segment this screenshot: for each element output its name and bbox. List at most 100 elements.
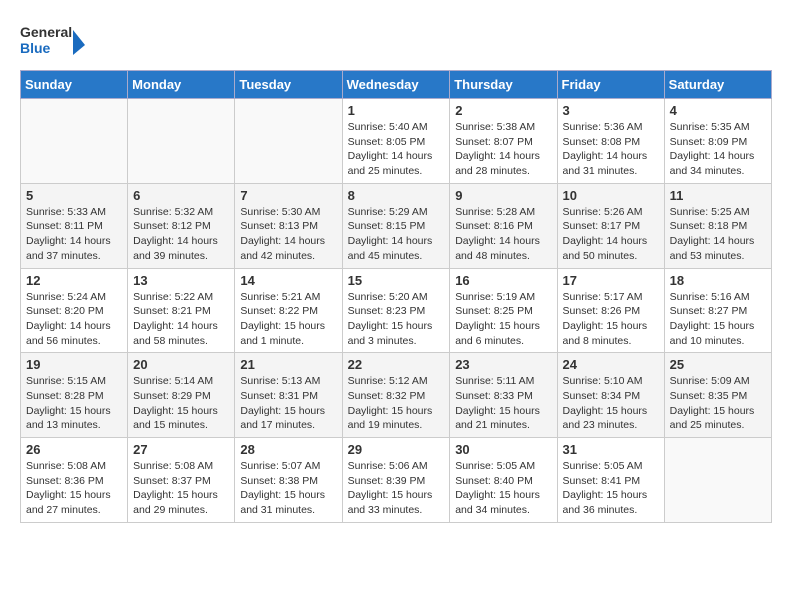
calendar-cell: 26Sunrise: 5:08 AM Sunset: 8:36 PM Dayli… — [21, 438, 128, 523]
logo: GeneralBlue — [20, 20, 90, 60]
day-info: Sunrise: 5:11 AM Sunset: 8:33 PM Dayligh… — [455, 374, 551, 433]
calendar-cell: 30 Sunrise: 5:05 AM Sunset: 8:40 PM Dayli… — [450, 438, 557, 523]
calendar-cell: 29 Sunrise: 5:06 AM Sunset: 8:39 PM Dayli… — [342, 438, 450, 523]
day-info: Sunrise: 5:25 AM Sunset: 8:18 PM Dayligh… — [670, 205, 766, 264]
calendar-cell: 2Sunrise: 5:38 AM Sunset: 8:07 PM Daylig… — [450, 99, 557, 184]
calendar-cell: 16 Sunrise: 5:19 AM Sunset: 8:25 PM Dayli… — [450, 268, 557, 353]
day-info: Sunrise: 5:32 AM Sunset: 8:12 PM Dayligh… — [133, 205, 229, 264]
calendar-cell: 4 Sunrise: 5:35 AM Sunset: 8:09 PM Daylig… — [664, 99, 771, 184]
day-info: Sunrise: 5:30 AM Sunset: 8:13 PM Dayligh… — [240, 205, 336, 264]
day-number: 11 — [670, 188, 766, 203]
calendar-cell: 11 Sunrise: 5:25 AM Sunset: 8:18 PM Dayli… — [664, 183, 771, 268]
calendar-cell: 12 Sunrise: 5:24 AM Sunset: 8:20 PM Dayli… — [21, 268, 128, 353]
calendar-week-row: 19 Sunrise: 5:15 AM Sunset: 8:28 PM Dayli… — [21, 353, 772, 438]
day-info: Sunrise: 5:09 AM Sunset: 8:35 PM Dayligh… — [670, 374, 766, 433]
calendar-cell: 1Sunrise: 5:40 AM Sunset: 8:05 PM Daylig… — [342, 99, 450, 184]
calendar-week-row: 5 Sunrise: 5:33 AM Sunset: 8:11 PM Daylig… — [21, 183, 772, 268]
day-info: Sunrise: 5:08 AM Sunset: 8:37 PM Dayligh… — [133, 459, 229, 518]
day-number: 7 — [240, 188, 336, 203]
day-number: 18 — [670, 273, 766, 288]
day-info: Sunrise: 5:06 AM Sunset: 8:39 PM Dayligh… — [348, 459, 445, 518]
calendar-cell: 27 Sunrise: 5:08 AM Sunset: 8:37 PM Dayli… — [128, 438, 235, 523]
calendar-cell: 22Sunrise: 5:12 AM Sunset: 8:32 PM Dayli… — [342, 353, 450, 438]
calendar-cell: 17 Sunrise: 5:17 AM Sunset: 8:26 PM Dayli… — [557, 268, 664, 353]
day-info: Sunrise: 5:07 AM Sunset: 8:38 PM Dayligh… — [240, 459, 336, 518]
calendar-cell: 13 Sunrise: 5:22 AM Sunset: 8:21 PM Dayli… — [128, 268, 235, 353]
day-info: Sunrise: 5:08 AM Sunset: 8:36 PM Dayligh… — [26, 459, 122, 518]
svg-text:General: General — [20, 24, 72, 40]
day-info: Sunrise: 5:35 AM Sunset: 8:09 PM Dayligh… — [670, 120, 766, 179]
calendar-cell: 5 Sunrise: 5:33 AM Sunset: 8:11 PM Daylig… — [21, 183, 128, 268]
day-number: 17 — [563, 273, 659, 288]
logo-svg: GeneralBlue — [20, 20, 90, 60]
calendar-week-row: 12 Sunrise: 5:24 AM Sunset: 8:20 PM Dayli… — [21, 268, 772, 353]
weekday-header: Saturday — [664, 71, 771, 99]
calendar-cell: 25 Sunrise: 5:09 AM Sunset: 8:35 PM Dayli… — [664, 353, 771, 438]
day-info: Sunrise: 5:40 AM Sunset: 8:05 PM Dayligh… — [348, 120, 445, 179]
calendar-table: SundayMondayTuesdayWednesdayThursdayFrid… — [20, 70, 772, 523]
day-info: Sunrise: 5:14 AM Sunset: 8:29 PM Dayligh… — [133, 374, 229, 433]
day-number: 9 — [455, 188, 551, 203]
day-info: Sunrise: 5:20 AM Sunset: 8:23 PM Dayligh… — [348, 290, 445, 349]
day-number: 24 — [563, 357, 659, 372]
calendar-cell: 7 Sunrise: 5:30 AM Sunset: 8:13 PM Daylig… — [235, 183, 342, 268]
day-info: Sunrise: 5:19 AM Sunset: 8:25 PM Dayligh… — [455, 290, 551, 349]
day-info: Sunrise: 5:38 AM Sunset: 8:07 PM Dayligh… — [455, 120, 551, 179]
weekday-header: Wednesday — [342, 71, 450, 99]
day-info: Sunrise: 5:13 AM Sunset: 8:31 PM Dayligh… — [240, 374, 336, 433]
day-number: 31 — [563, 442, 659, 457]
day-number: 23 — [455, 357, 551, 372]
calendar-cell: 28Sunrise: 5:07 AM Sunset: 8:38 PM Dayli… — [235, 438, 342, 523]
weekday-header: Thursday — [450, 71, 557, 99]
day-info: Sunrise: 5:16 AM Sunset: 8:27 PM Dayligh… — [670, 290, 766, 349]
calendar-cell — [21, 99, 128, 184]
day-info: Sunrise: 5:17 AM Sunset: 8:26 PM Dayligh… — [563, 290, 659, 349]
day-number: 14 — [240, 273, 336, 288]
calendar-header-row: SundayMondayTuesdayWednesdayThursdayFrid… — [21, 71, 772, 99]
day-number: 3 — [563, 103, 659, 118]
day-info: Sunrise: 5:05 AM Sunset: 8:40 PM Dayligh… — [455, 459, 551, 518]
day-number: 19 — [26, 357, 122, 372]
day-info: Sunrise: 5:33 AM Sunset: 8:11 PM Dayligh… — [26, 205, 122, 264]
day-number: 30 — [455, 442, 551, 457]
day-info: Sunrise: 5:21 AM Sunset: 8:22 PM Dayligh… — [240, 290, 336, 349]
calendar-cell: 3Sunrise: 5:36 AM Sunset: 8:08 PM Daylig… — [557, 99, 664, 184]
day-info: Sunrise: 5:22 AM Sunset: 8:21 PM Dayligh… — [133, 290, 229, 349]
day-number: 12 — [26, 273, 122, 288]
calendar-cell: 10Sunrise: 5:26 AM Sunset: 8:17 PM Dayli… — [557, 183, 664, 268]
weekday-header: Tuesday — [235, 71, 342, 99]
calendar-cell: 19 Sunrise: 5:15 AM Sunset: 8:28 PM Dayli… — [21, 353, 128, 438]
calendar-cell — [235, 99, 342, 184]
calendar-cell: 20 Sunrise: 5:14 AM Sunset: 8:29 PM Dayli… — [128, 353, 235, 438]
calendar-week-row: 26Sunrise: 5:08 AM Sunset: 8:36 PM Dayli… — [21, 438, 772, 523]
calendar-cell: 18 Sunrise: 5:16 AM Sunset: 8:27 PM Dayli… — [664, 268, 771, 353]
calendar-cell: 15 Sunrise: 5:20 AM Sunset: 8:23 PM Dayli… — [342, 268, 450, 353]
day-info: Sunrise: 5:28 AM Sunset: 8:16 PM Dayligh… — [455, 205, 551, 264]
calendar-cell: 8Sunrise: 5:29 AM Sunset: 8:15 PM Daylig… — [342, 183, 450, 268]
day-number: 20 — [133, 357, 229, 372]
weekday-header: Sunday — [21, 71, 128, 99]
day-info: Sunrise: 5:24 AM Sunset: 8:20 PM Dayligh… — [26, 290, 122, 349]
day-number: 25 — [670, 357, 766, 372]
calendar-cell: 31 Sunrise: 5:05 AM Sunset: 8:41 PM Dayli… — [557, 438, 664, 523]
day-number: 13 — [133, 273, 229, 288]
day-info: Sunrise: 5:15 AM Sunset: 8:28 PM Dayligh… — [26, 374, 122, 433]
calendar-cell: 9 Sunrise: 5:28 AM Sunset: 8:16 PM Daylig… — [450, 183, 557, 268]
calendar-cell: 21Sunrise: 5:13 AM Sunset: 8:31 PM Dayli… — [235, 353, 342, 438]
calendar-cell — [128, 99, 235, 184]
calendar-cell: 6 Sunrise: 5:32 AM Sunset: 8:12 PM Daylig… — [128, 183, 235, 268]
weekday-header: Monday — [128, 71, 235, 99]
calendar-cell — [664, 438, 771, 523]
calendar-week-row: 1Sunrise: 5:40 AM Sunset: 8:05 PM Daylig… — [21, 99, 772, 184]
day-info: Sunrise: 5:05 AM Sunset: 8:41 PM Dayligh… — [563, 459, 659, 518]
day-number: 6 — [133, 188, 229, 203]
day-number: 4 — [670, 103, 766, 118]
weekday-header: Friday — [557, 71, 664, 99]
day-number: 27 — [133, 442, 229, 457]
day-number: 16 — [455, 273, 551, 288]
page-header: GeneralBlue — [20, 20, 772, 60]
day-number: 29 — [348, 442, 445, 457]
day-number: 5 — [26, 188, 122, 203]
calendar-cell: 14 Sunrise: 5:21 AM Sunset: 8:22 PM Dayli… — [235, 268, 342, 353]
day-number: 15 — [348, 273, 445, 288]
